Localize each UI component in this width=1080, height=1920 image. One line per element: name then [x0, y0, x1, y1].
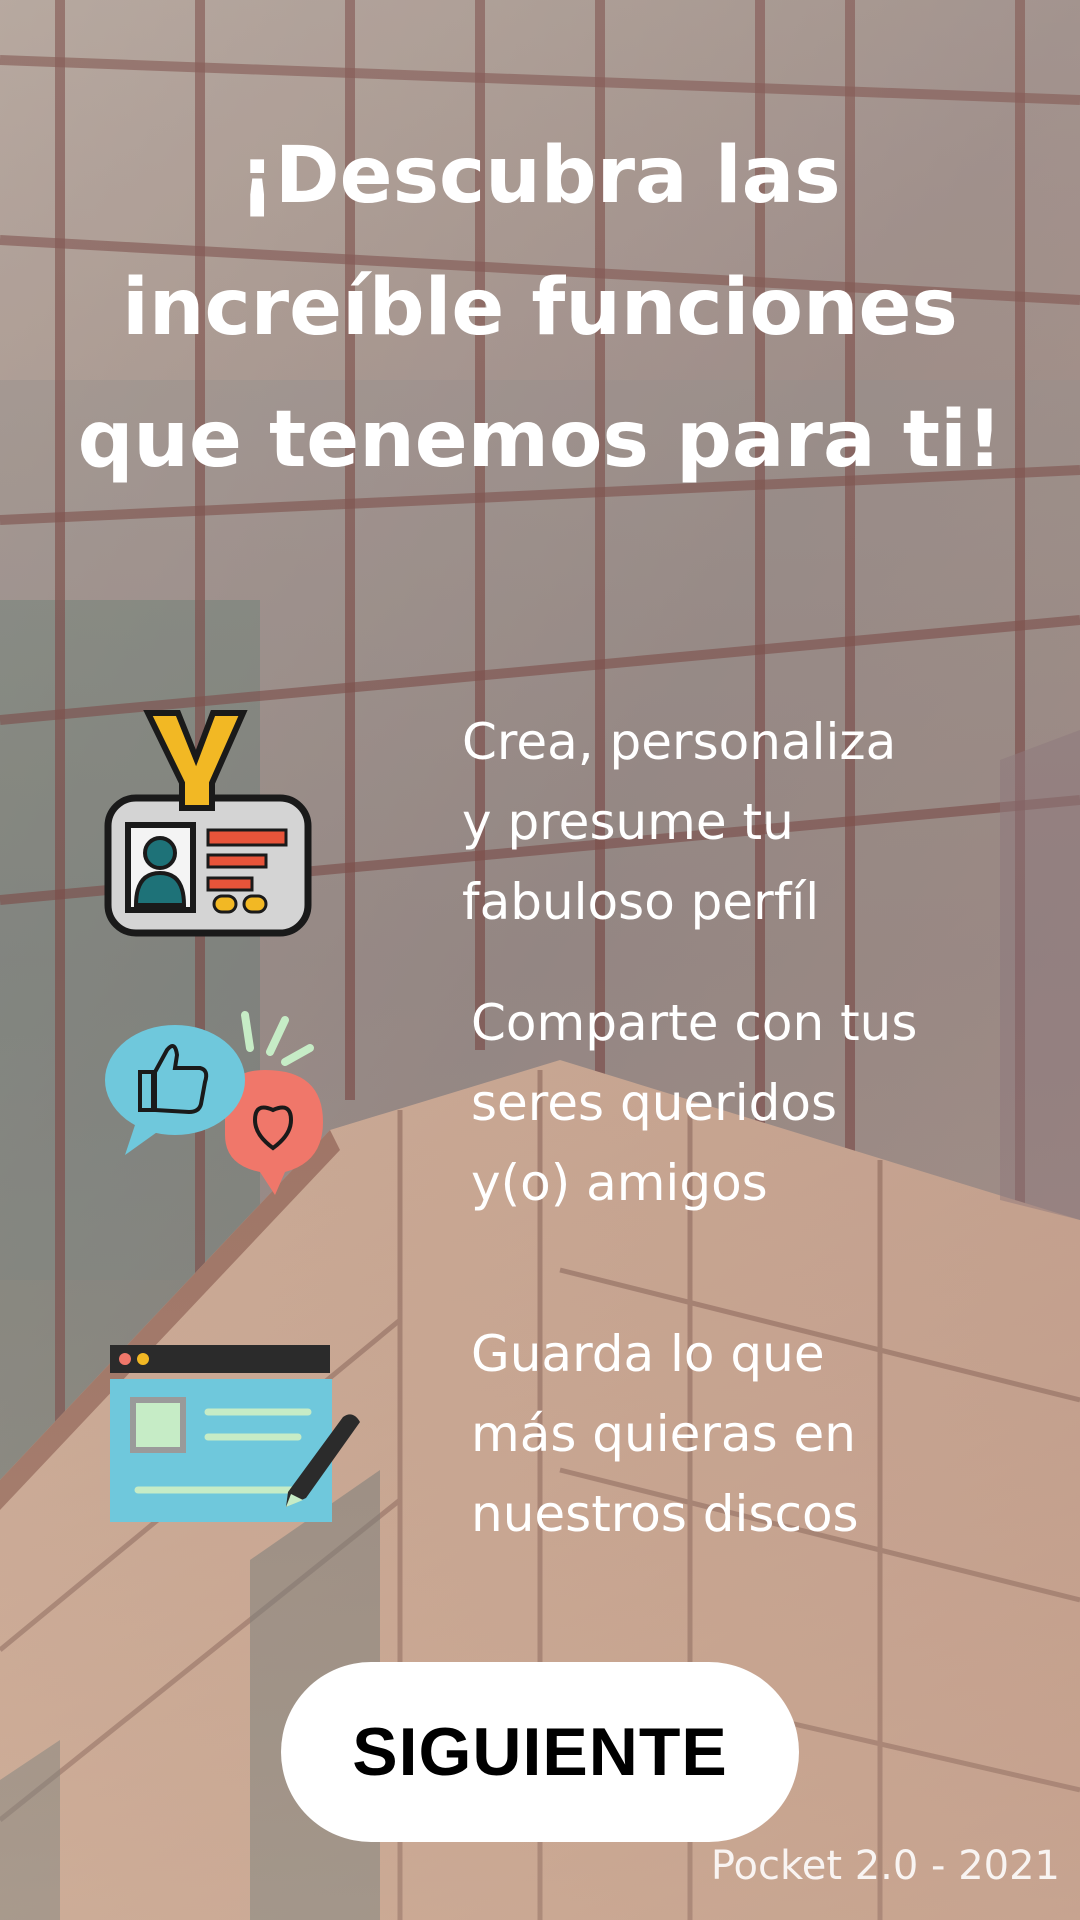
feature-profile-text: Crea, personaliza y presume tu fabuloso … [462, 713, 897, 931]
version-footer: Pocket 2.0 - 2021 [710, 1843, 1060, 1889]
feature-share-text: Comparte con tus seres queridos y(o) ami… [471, 994, 918, 1212]
title-line: que tenemos para ti! [77, 395, 1003, 485]
feature-storage-text: Guarda lo que más quieras en nuestros di… [471, 1325, 859, 1543]
title-line: ¡Descubra las [239, 131, 841, 221]
browser-window-pencil-icon [110, 1345, 360, 1522]
id-badge-icon [104, 710, 312, 937]
title-line: increíble funciones [122, 263, 958, 353]
page-title: ¡Descubra las increíble funciones que te… [0, 110, 1080, 506]
next-button[interactable]: SIGUIENTE [281, 1662, 799, 1842]
like-heart-chat-icon [105, 1011, 323, 1195]
